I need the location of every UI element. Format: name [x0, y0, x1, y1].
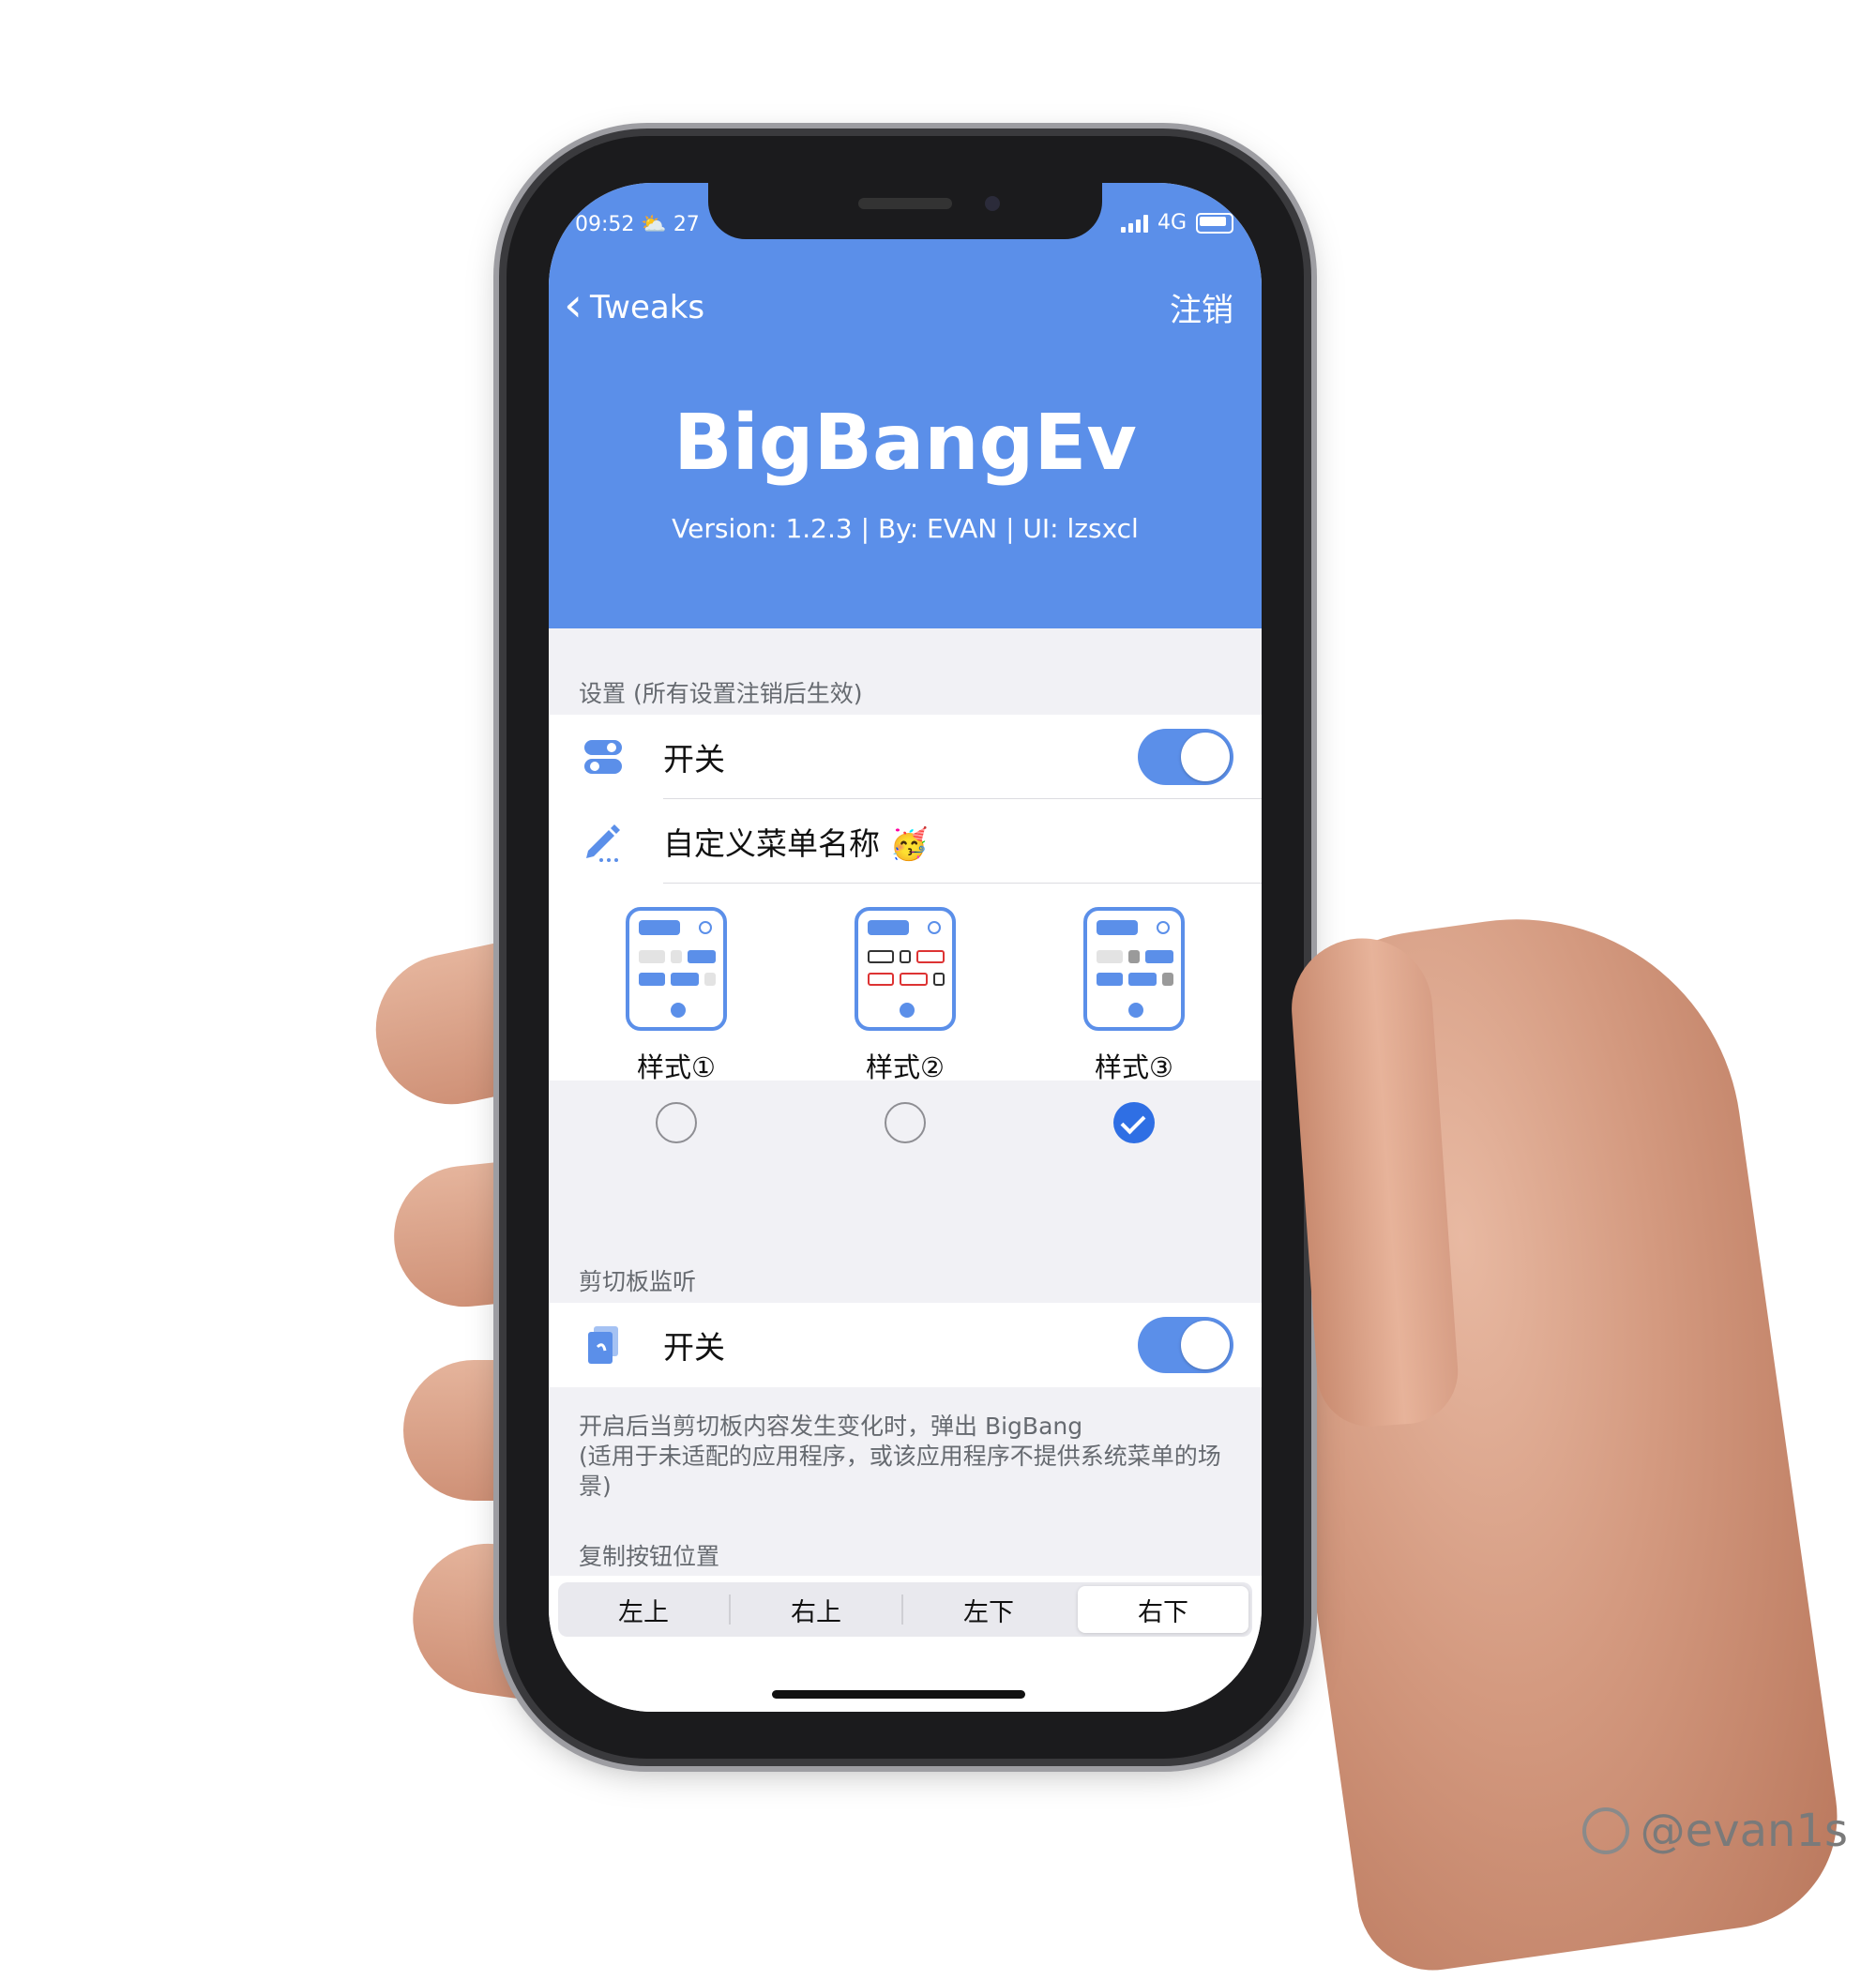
copy-position-segmented: 左上 右上 左下 右下 — [558, 1582, 1252, 1637]
signal-icon — [1120, 214, 1148, 233]
copy-position-header: 复制按钮位置 — [579, 1543, 720, 1570]
settings-switch-row: 开关 — [549, 715, 1262, 799]
clipboard-switch-row: 开关 — [549, 1303, 1262, 1387]
chevron-left-icon: ‹ — [564, 278, 582, 332]
style-1-preview — [626, 907, 727, 1031]
style-2-radio[interactable] — [885, 1102, 926, 1143]
style-2-label: 样式② — [866, 1051, 945, 1083]
style-option-3[interactable]: 样式③ — [1050, 907, 1218, 1143]
battery-icon — [1196, 212, 1233, 234]
status-temperature: 27 — [673, 213, 700, 236]
watermark-text: @evan1s — [1640, 1805, 1848, 1857]
segment-bottom-left[interactable]: 左下 — [903, 1582, 1074, 1637]
segment-top-left[interactable]: 左上 — [558, 1582, 729, 1637]
back-button[interactable]: ‹ Tweaks — [564, 278, 705, 332]
home-indicator — [772, 1690, 1025, 1699]
party-emoji: 🥳 — [889, 825, 929, 862]
style-3-label: 样式③ — [1095, 1051, 1173, 1083]
clipboard-switch-toggle[interactable] — [1138, 1317, 1233, 1373]
status-bar-left: 09:52 ⛅ 27 — [575, 213, 700, 236]
segment-top-right[interactable]: 右上 — [731, 1582, 901, 1637]
toggle-icon — [584, 740, 622, 774]
watermark: @evan1s — [1581, 1805, 1848, 1857]
cloud-sun-icon: ⛅ — [641, 213, 667, 236]
header: 09:52 ⛅ 27 4G ‹ Tweaks 注销 BigBangEv Vers… — [549, 183, 1262, 628]
network-label: 4G — [1157, 211, 1187, 234]
divider — [663, 883, 1262, 884]
clipboard-card: 开关 — [549, 1303, 1262, 1387]
status-time: 09:52 — [575, 213, 635, 236]
phone-screen: 09:52 ⛅ 27 4G ‹ Tweaks 注销 BigBangEv Vers… — [549, 183, 1262, 1712]
weibo-icon — [1581, 1807, 1629, 1854]
segment-bottom-right[interactable]: 右下 — [1078, 1586, 1248, 1633]
clipboard-switch-label: 开关 — [663, 1329, 725, 1366]
settings-card: 开关 自定义菜单名称 🥳 样式① 样式② 样式③ — [549, 715, 1262, 1143]
settings-switch-toggle[interactable] — [1138, 729, 1233, 785]
settings-section-header: 设置 (所有设置注销后生效) — [579, 680, 863, 707]
style-1-radio[interactable] — [656, 1102, 697, 1143]
app-title: BigBangEv — [673, 399, 1137, 488]
pencil-icon — [586, 824, 620, 862]
speaker — [858, 198, 952, 209]
style-option-2[interactable]: 样式② — [821, 907, 990, 1143]
style-3-preview — [1083, 907, 1185, 1031]
style-2-preview — [855, 907, 956, 1031]
clipboard-description: 开启后当剪切板内容发生变化时，弹出 BigBang (适用于未适配的应用程序，或… — [579, 1413, 1221, 1500]
app-subtitle: Version: 1.2.3 | By: EVAN | UI: lzsxcl — [672, 513, 1139, 544]
style-option-1[interactable]: 样式① — [592, 907, 761, 1143]
phone-frame: 09:52 ⛅ 27 4G ‹ Tweaks 注销 BigBangEv Vers… — [507, 136, 1304, 1759]
front-camera — [985, 196, 1000, 211]
notch — [708, 183, 1102, 239]
custom-menu-label: 自定义菜单名称 🥳 — [663, 819, 929, 864]
clipboard-section-header: 剪切板监听 — [579, 1268, 697, 1295]
logout-button[interactable]: 注销 — [1170, 284, 1233, 330]
style-1-label: 样式① — [637, 1051, 716, 1083]
custom-menu-row[interactable]: 自定义菜单名称 🥳 — [549, 799, 1262, 884]
clipboard-icon — [588, 1326, 618, 1364]
custom-menu-text: 自定义菜单名称 — [663, 825, 880, 862]
style-3-radio-checked[interactable] — [1113, 1102, 1155, 1143]
status-bar-right: 4G — [1120, 211, 1233, 234]
back-label: Tweaks — [590, 289, 705, 326]
settings-switch-label: 开关 — [663, 741, 725, 778]
